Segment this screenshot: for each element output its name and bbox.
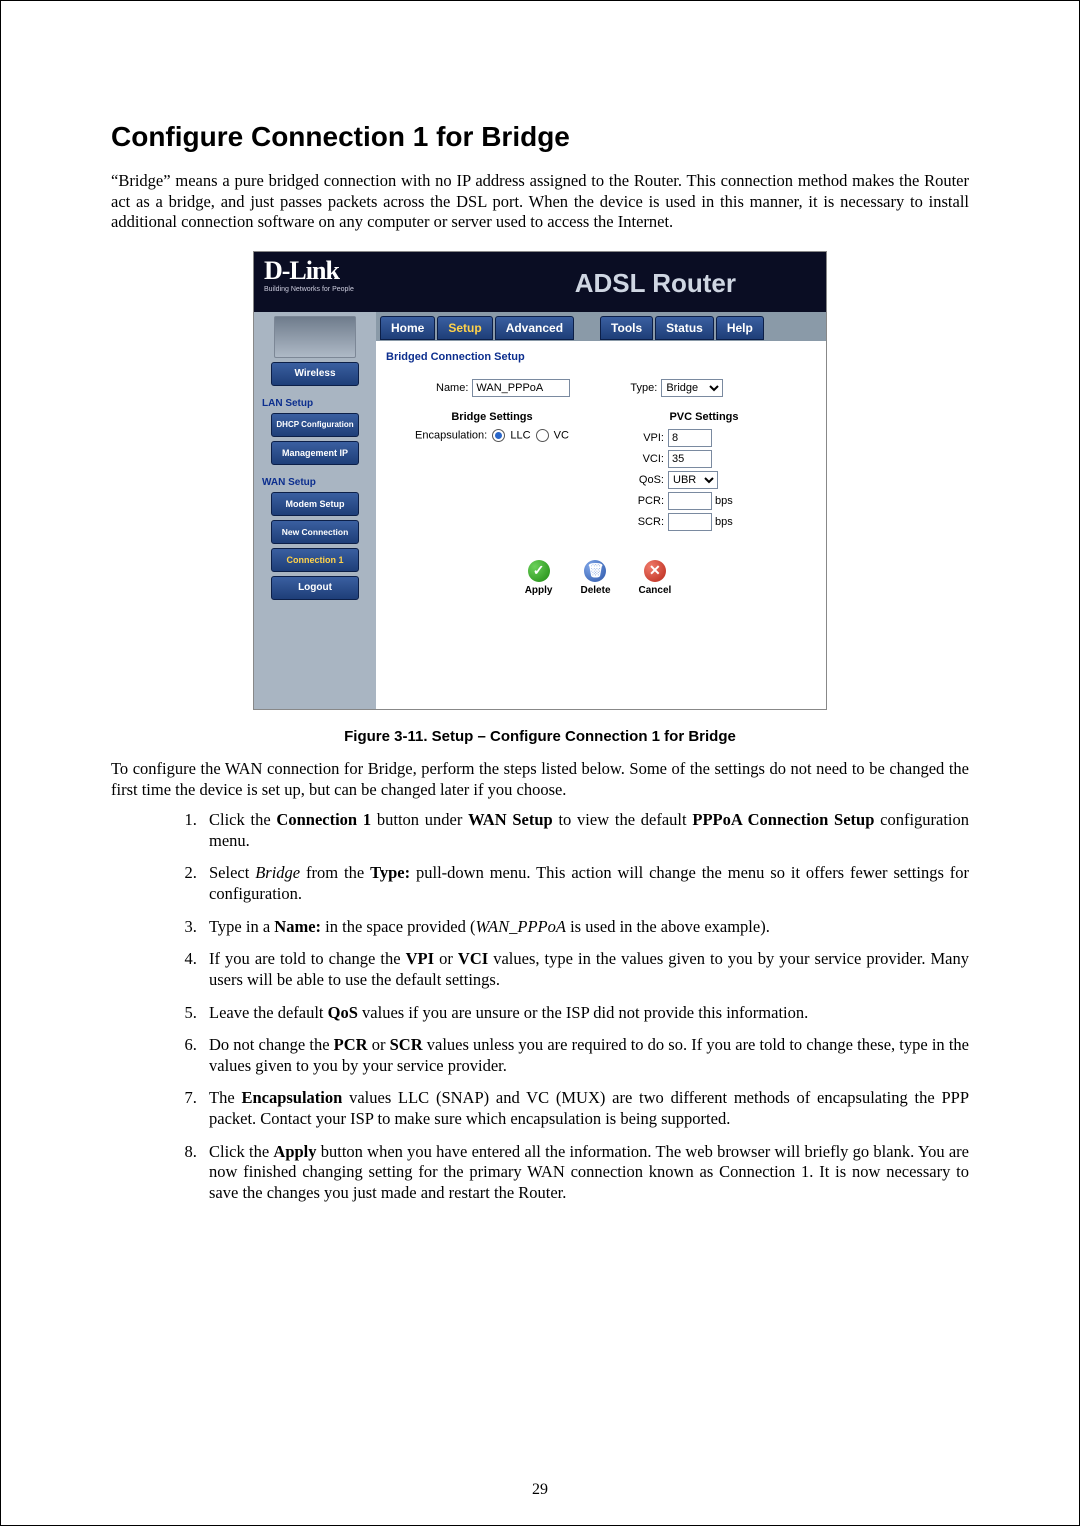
tab-setup[interactable]: Setup <box>437 316 492 340</box>
vci-input[interactable] <box>668 450 712 468</box>
step-3: Type in a Name: in the space provided (W… <box>201 917 969 938</box>
page-heading: Configure Connection 1 for Bridge <box>111 121 969 153</box>
brand-tagline: Building Networks for People <box>264 286 354 293</box>
sidebar: Wireless LAN Setup DHCP Configuration Ma… <box>254 312 376 709</box>
tab-advanced[interactable]: Advanced <box>495 316 574 340</box>
pvc-settings-col: PVC Settings VPI: VCI: <box>598 411 810 534</box>
main-area: Home Setup Advanced Tools Status Help Br… <box>376 312 826 709</box>
vci-label: VCI: <box>626 453 664 465</box>
router-body: Wireless LAN Setup DHCP Configuration Ma… <box>254 312 826 709</box>
tab-help[interactable]: Help <box>716 316 764 340</box>
qos-label: QoS: <box>626 474 664 486</box>
scr-input[interactable] <box>668 513 712 531</box>
close-icon: ✕ <box>644 560 666 582</box>
page-number: 29 <box>1 1481 1079 1499</box>
type-label: Type: <box>630 382 657 394</box>
check-icon: ✓ <box>528 560 550 582</box>
router-screenshot: D-Link Building Networks for People ADSL… <box>253 251 827 710</box>
cancel-button[interactable]: ✕ Cancel <box>639 560 672 596</box>
product-image <box>274 316 356 358</box>
form-heading: Bridged Connection Setup <box>386 351 810 363</box>
router-header: D-Link Building Networks for People ADSL… <box>254 252 826 312</box>
name-label: Name: <box>436 382 468 394</box>
apply-button[interactable]: ✓ Apply <box>525 560 553 596</box>
delete-label: Delete <box>580 585 610 596</box>
sidebar-item-new-connection[interactable]: New Connection <box>271 520 359 544</box>
action-row: ✓ Apply 🗑 Delete ✕ Cancel <box>386 560 810 596</box>
encapsulation-row: Encapsulation: LLC VC <box>386 429 598 442</box>
pcr-label: PCR: <box>626 495 664 507</box>
sidebar-item-mgmt-ip[interactable]: Management IP <box>271 441 359 465</box>
step-6: Do not change the PCR or SCR values unle… <box>201 1035 969 1076</box>
tab-tools[interactable]: Tools <box>600 316 653 340</box>
tab-home[interactable]: Home <box>380 316 435 340</box>
form-panel: Bridged Connection Setup Name: Type: Bri… <box>376 340 826 709</box>
radio-vc-label: VC <box>554 429 569 441</box>
step-5: Leave the default QoS values if you are … <box>201 1003 969 1024</box>
settings-columns: Bridge Settings Encapsulation: LLC VC <box>386 411 810 534</box>
qos-select[interactable]: UBR <box>668 471 718 489</box>
vpi-label: VPI: <box>626 432 664 444</box>
name-input[interactable] <box>472 379 570 397</box>
scr-unit: bps <box>715 516 733 528</box>
delete-button[interactable]: 🗑 Delete <box>580 560 610 596</box>
pcr-input[interactable] <box>668 492 712 510</box>
radio-vc[interactable] <box>536 429 549 442</box>
sidebar-item-connection-1[interactable]: Connection 1 <box>271 548 359 572</box>
step-7: The Encapsulation values LLC (SNAP) and … <box>201 1088 969 1129</box>
tabbar: Home Setup Advanced Tools Status Help <box>376 312 826 340</box>
sidebar-item-dhcp[interactable]: DHCP Configuration <box>271 413 359 437</box>
pvc-settings-title: PVC Settings <box>598 411 810 423</box>
sidebar-label-wan-setup: WAN Setup <box>262 477 376 488</box>
radio-llc[interactable] <box>492 429 505 442</box>
encapsulation-label: Encapsulation: <box>415 429 487 441</box>
router-title: ADSL Router <box>575 268 736 299</box>
page-content: Configure Connection 1 for Bridge “Bridg… <box>39 41 1041 1204</box>
sidebar-item-logout[interactable]: Logout <box>271 576 359 600</box>
step-8: Click the Apply button when you have ent… <box>201 1142 969 1204</box>
trash-icon: 🗑 <box>584 560 606 582</box>
type-row: Type: Bridge <box>630 379 723 397</box>
scr-label: SCR: <box>626 516 664 528</box>
vpi-input[interactable] <box>668 429 712 447</box>
document-page: Configure Connection 1 for Bridge “Bridg… <box>0 0 1080 1526</box>
after-figure-paragraph: To configure the WAN connection for Brid… <box>111 759 969 800</box>
pcr-unit: bps <box>715 495 733 507</box>
intro-paragraph: “Bridge” means a pure bridged connection… <box>111 171 969 233</box>
bridge-settings-col: Bridge Settings Encapsulation: LLC VC <box>386 411 598 534</box>
step-2: Select Bridge from the Type: pull-down m… <box>201 863 969 904</box>
bridge-settings-title: Bridge Settings <box>386 411 598 423</box>
sidebar-label-lan-setup: LAN Setup <box>262 398 376 409</box>
name-row: Name: <box>436 379 570 397</box>
step-1: Click the Connection 1 button under WAN … <box>201 810 969 851</box>
figure-caption: Figure 3-11. Setup – Configure Connectio… <box>111 728 969 745</box>
tab-status[interactable]: Status <box>655 316 714 340</box>
sidebar-item-modem[interactable]: Modem Setup <box>271 492 359 516</box>
sidebar-item-wireless[interactable]: Wireless <box>271 362 359 386</box>
apply-label: Apply <box>525 585 553 596</box>
type-select[interactable]: Bridge <box>661 379 723 397</box>
radio-llc-label: LLC <box>510 429 530 441</box>
cancel-label: Cancel <box>639 585 672 596</box>
steps-list: Click the Connection 1 button under WAN … <box>111 810 969 1203</box>
brand-logo: D-Link <box>264 256 339 286</box>
step-4: If you are told to change the VPI or VCI… <box>201 949 969 990</box>
